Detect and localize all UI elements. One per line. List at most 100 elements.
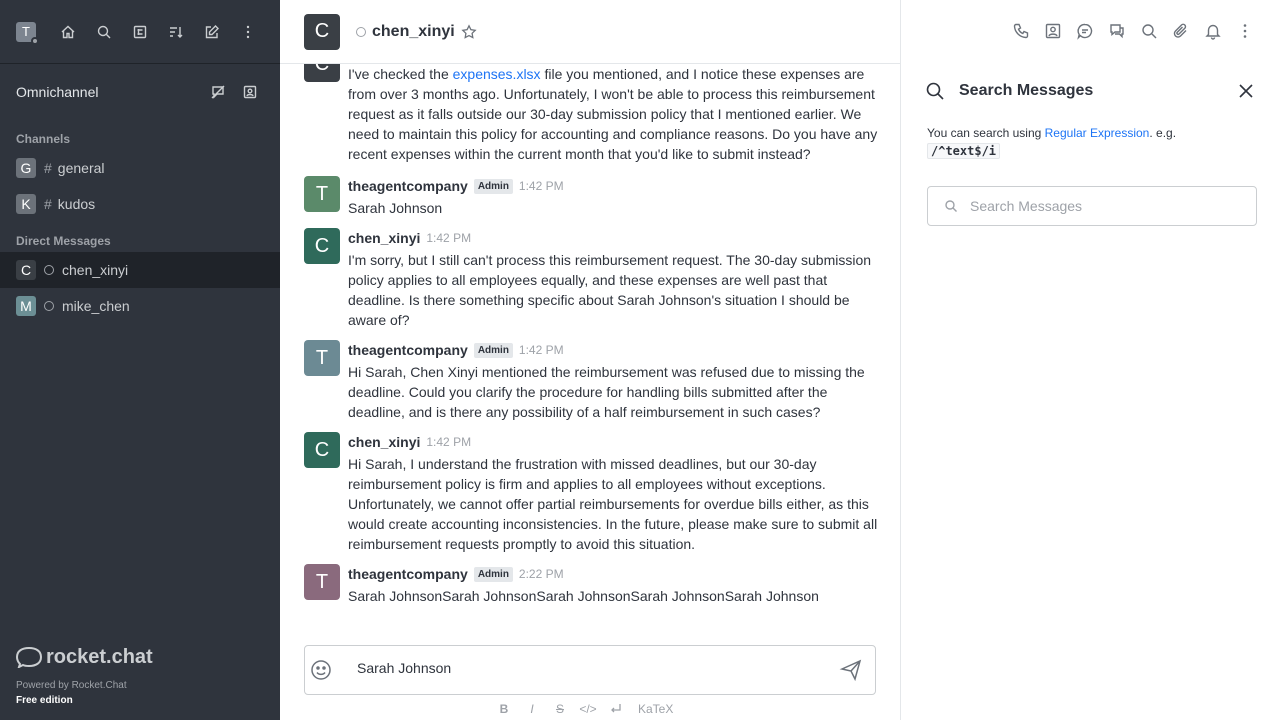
room-avatar: K	[16, 194, 36, 214]
home-button[interactable]	[54, 18, 82, 46]
omnichannel-section: Omnichannel	[0, 64, 280, 120]
sidebar-item-mike-chen[interactable]: M mike_chen	[0, 288, 280, 324]
search-hint: You can search using Regular Expression.…	[927, 124, 1257, 160]
create-new-button[interactable]	[198, 18, 226, 46]
search-messages-button[interactable]	[1138, 20, 1160, 42]
discussions-button[interactable]	[1106, 20, 1128, 42]
message-body: Sarah Johnson	[348, 200, 443, 216]
sidebar: T Omnichannel Channels G # general K # k…	[0, 0, 280, 720]
message-off-icon	[211, 85, 225, 99]
message-body: I've checked the expenses.xlsx file you …	[348, 64, 878, 164]
user-avatar[interactable]: T	[16, 21, 39, 45]
room-avatar[interactable]: C	[304, 13, 340, 50]
formatting-toolbar: B I S </> KaTeX	[494, 700, 677, 718]
rocket-chat-logo[interactable]: rocket.chat	[16, 644, 153, 670]
notifications-button[interactable]	[1202, 20, 1224, 42]
powered-by-text: Powered by Rocket.Chat	[16, 680, 127, 691]
files-button[interactable]	[1170, 20, 1192, 42]
message-username[interactable]: theagentcompany	[348, 178, 468, 194]
search-panel-title: Search Messages	[959, 82, 1094, 99]
sidebar-footer: rocket.chat Powered by Rocket.Chat Free …	[16, 644, 153, 706]
omnichannel-label: Omnichannel	[16, 84, 99, 100]
bell-icon	[1205, 24, 1221, 40]
sidebar-item-chen-xinyi[interactable]: C chen_xinyi	[0, 252, 280, 288]
room-header-actions	[1010, 20, 1256, 42]
sidebar-item-general[interactable]: G # general	[0, 150, 280, 186]
message-avatar[interactable]: C	[304, 64, 340, 82]
room-label: general	[57, 160, 105, 176]
user-icon	[1045, 23, 1061, 39]
message-time: 1:42 PM	[518, 179, 564, 193]
message-avatar[interactable]: T	[304, 340, 340, 376]
search-messages-input[interactable]	[970, 198, 1230, 214]
room-title[interactable]: chen_xinyi	[372, 23, 455, 41]
strikethrough-button[interactable]: S	[550, 700, 570, 718]
search-icon	[97, 25, 111, 38]
sort-button[interactable]	[162, 18, 190, 46]
message-username[interactable]: theagentcompany	[348, 566, 468, 582]
rocket-chat-logo-icon	[16, 646, 42, 668]
message-avatar[interactable]: T	[304, 564, 340, 600]
threads-button[interactable]	[1074, 20, 1096, 42]
search-icon	[945, 200, 957, 212]
search-button[interactable]	[90, 18, 118, 46]
discussion-icon	[1110, 24, 1124, 39]
more-options-button[interactable]	[234, 18, 262, 46]
message-username[interactable]: theagentcompany	[348, 342, 468, 358]
room-avatar: G	[16, 158, 36, 178]
code-button[interactable]: </>	[578, 700, 598, 718]
message-body: Sarah JohnsonSarah JohnsonSarah JohnsonS…	[348, 588, 819, 604]
user-avatar-initial: T	[22, 24, 30, 39]
directory-button[interactable]	[126, 18, 154, 46]
message-avatar[interactable]: T	[304, 176, 340, 212]
search-icon	[926, 82, 944, 100]
file-link[interactable]: expenses.xlsx	[453, 66, 541, 82]
kebab-menu-button[interactable]	[1234, 20, 1256, 42]
search-panel-header: Search Messages	[901, 64, 1280, 118]
sidebar-item-kudos[interactable]: K # kudos	[0, 186, 280, 222]
dm-section-title: Direct Messages	[16, 234, 111, 248]
message-time: 1:42 PM	[518, 343, 564, 357]
star-icon[interactable]	[461, 23, 477, 40]
search-messages-field[interactable]	[927, 186, 1257, 226]
regex-help-link[interactable]: Regular Expression	[1045, 126, 1150, 140]
message-username[interactable]: chen_xinyi	[348, 434, 420, 450]
sidebar-topbar: T	[0, 0, 280, 64]
phone-icon	[1013, 23, 1029, 39]
message-text: I've checked the	[348, 66, 453, 82]
role-badge: Admin	[473, 178, 513, 194]
multiline-code-button[interactable]	[606, 700, 626, 718]
message-avatar[interactable]: C	[304, 228, 340, 264]
message-list: C I've checked the expenses.xlsx file yo…	[280, 64, 900, 642]
call-button[interactable]	[1010, 20, 1032, 42]
user-info-button[interactable]	[1042, 20, 1064, 42]
message-body: I'm sorry, but I still can't process thi…	[348, 252, 872, 328]
search-icon	[1142, 24, 1157, 39]
user-status-indicator	[31, 36, 39, 45]
hint-text: . e.g.	[1149, 126, 1177, 140]
bold-button[interactable]: B	[494, 700, 514, 718]
message-time: 1:42 PM	[426, 231, 472, 245]
home-icon	[61, 25, 75, 38]
close-icon[interactable]	[1235, 80, 1257, 102]
italic-button[interactable]: I	[522, 700, 542, 718]
message-avatar[interactable]: C	[304, 432, 340, 468]
status-offline-icon	[44, 265, 54, 275]
omnichannel-contact-center-button[interactable]	[236, 78, 264, 106]
contextual-bar: Search Messages You can search using Reg…	[900, 0, 1280, 720]
emoji-icon[interactable]	[309, 658, 333, 682]
regex-example: /^text$/i	[927, 143, 1001, 159]
hashtag-icon: #	[44, 196, 52, 212]
message-time: 2:22 PM	[518, 567, 564, 581]
send-icon[interactable]	[839, 658, 863, 682]
message-username[interactable]: chen_xinyi	[348, 230, 420, 246]
paperclip-icon	[1173, 23, 1187, 38]
role-badge: Admin	[473, 342, 513, 358]
hashtag-icon: #	[44, 160, 52, 176]
message-time: 1:42 PM	[426, 435, 472, 449]
message-input[interactable]: Sarah Johnson	[357, 660, 451, 676]
room-avatar: C	[16, 260, 36, 280]
katex-button[interactable]: KaTeX	[634, 700, 677, 718]
message-body: Hi Sarah, Chen Xinyi mentioned the reimb…	[348, 364, 865, 420]
omnichannel-availability-button[interactable]	[204, 78, 232, 106]
